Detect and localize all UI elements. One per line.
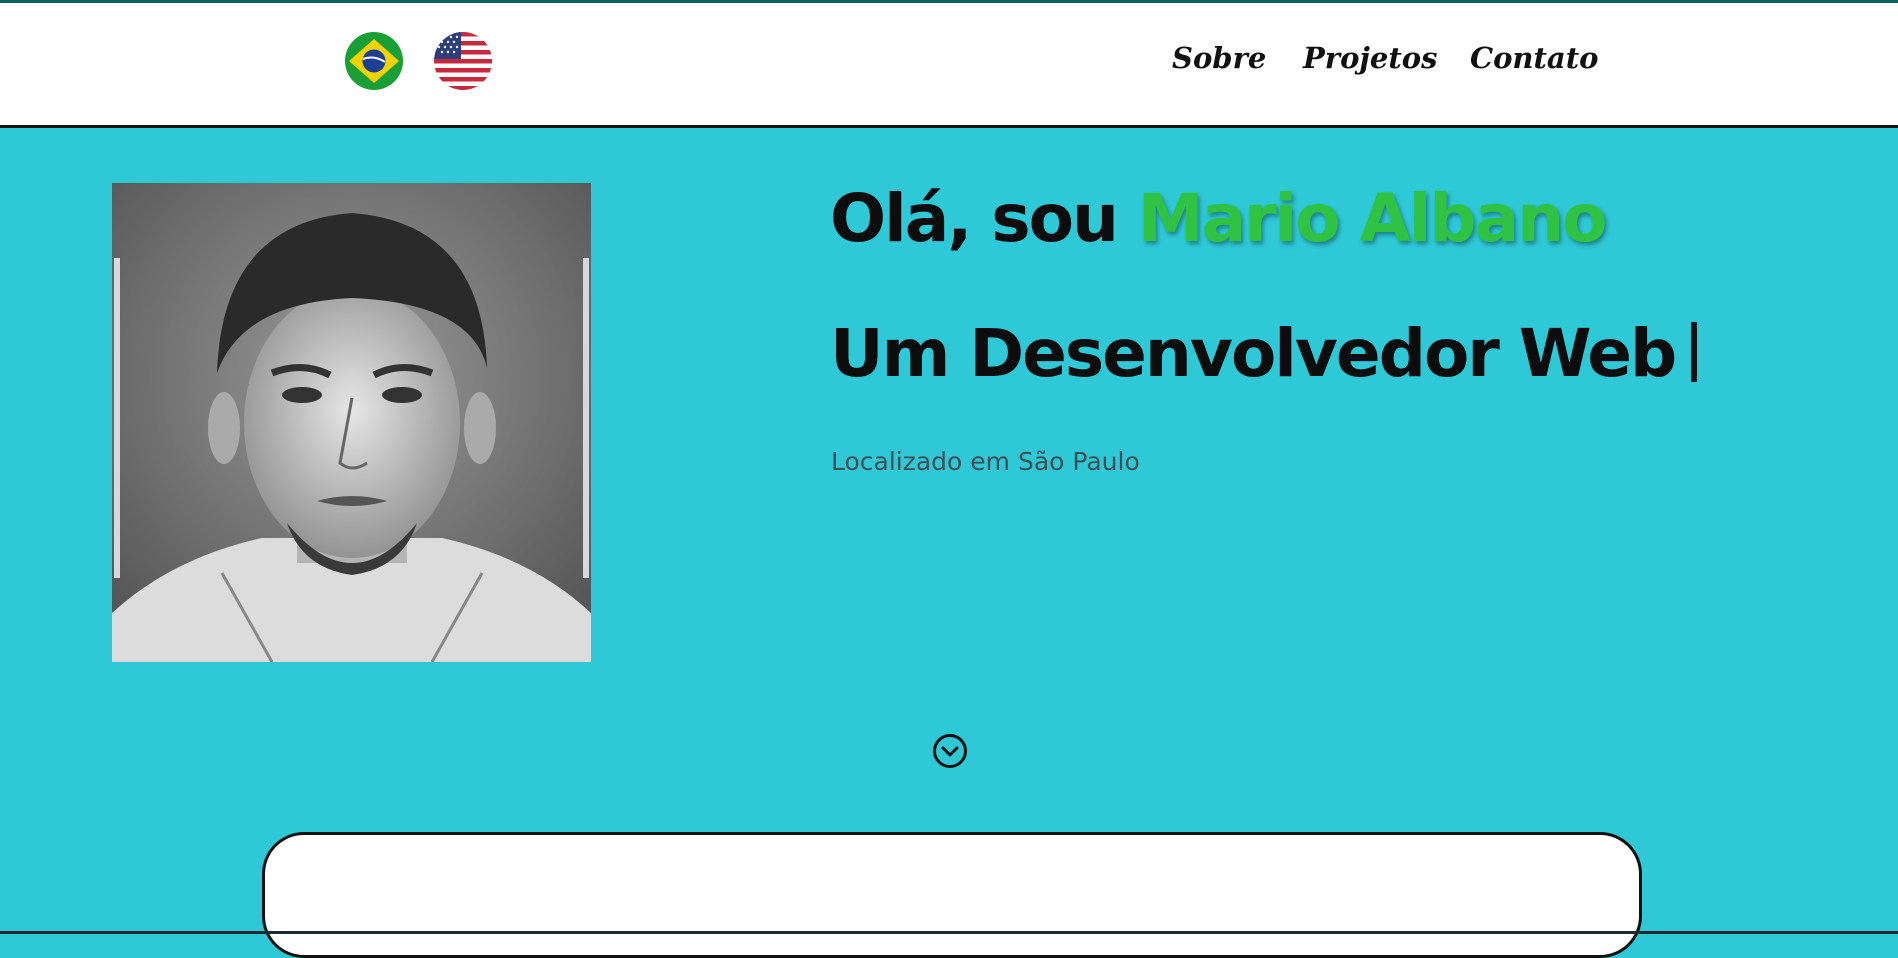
brazil-flag-icon[interactable] bbox=[345, 32, 403, 90]
hero-role: Um Desenvolvedor Web bbox=[830, 315, 1698, 392]
nav-link-sobre[interactable]: Sobre bbox=[1172, 41, 1266, 75]
usa-flag-icon[interactable] bbox=[434, 32, 492, 90]
profile-portrait bbox=[112, 183, 591, 662]
chevron-down-circle-icon[interactable] bbox=[932, 733, 968, 769]
hero-location: Localizado em São Paulo bbox=[831, 447, 1140, 476]
hero-name: Mario Albano bbox=[1137, 180, 1608, 257]
nav-link-projetos[interactable]: Projetos bbox=[1303, 41, 1437, 75]
content-card bbox=[262, 832, 1642, 958]
hero-greeting: Olá, sou Mario Albano bbox=[830, 180, 1608, 257]
role-text: Um Desenvolvedor Web bbox=[830, 315, 1677, 392]
typing-cursor bbox=[1691, 322, 1698, 382]
site-header: Sobre Projetos Contato bbox=[0, 3, 1898, 128]
nav-link-contato[interactable]: Contato bbox=[1470, 41, 1598, 75]
greeting-prefix: Olá, sou bbox=[830, 180, 1138, 257]
